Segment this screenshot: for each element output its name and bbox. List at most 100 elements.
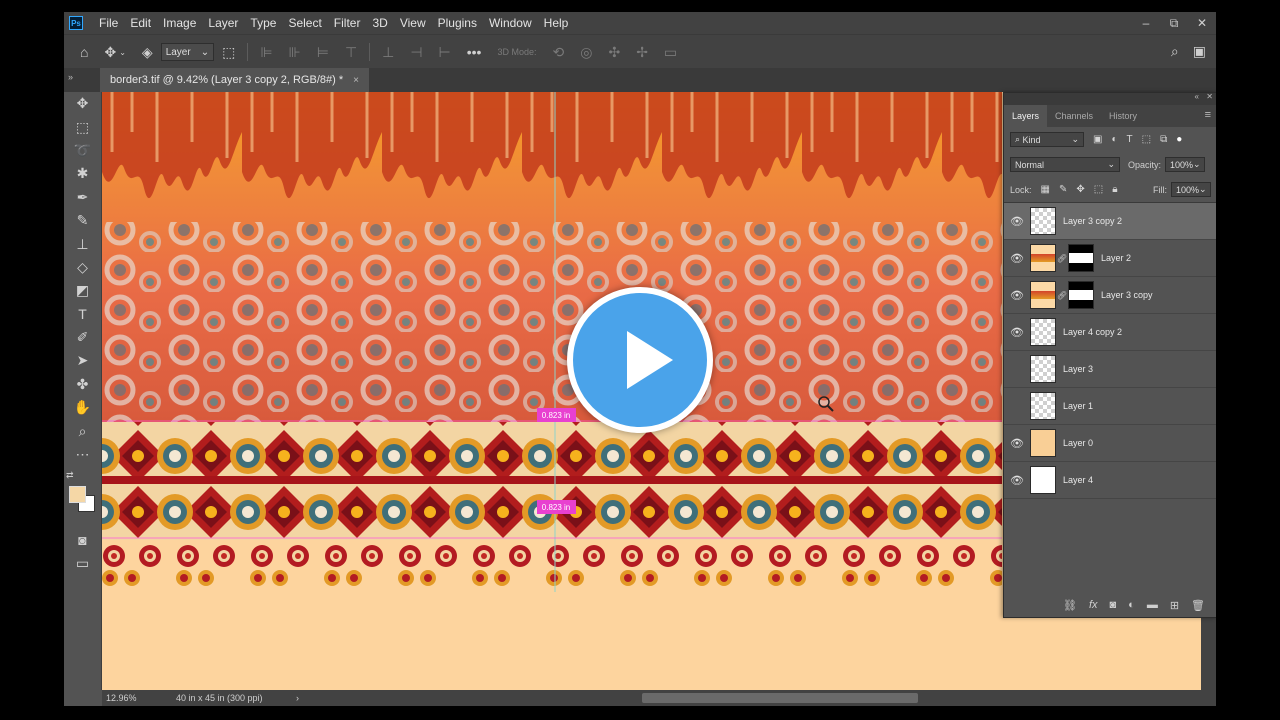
quick-mask-icon[interactable]: ◙ [64, 528, 101, 551]
filter-type-icon[interactable]: T [1127, 134, 1133, 145]
filter-adjustment-icon[interactable]: ◐ [1111, 134, 1117, 145]
layer-name[interactable]: Layer 1 [1063, 401, 1093, 411]
layer-name[interactable]: Layer 3 copy 2 [1063, 216, 1122, 226]
fx-icon[interactable]: fx [1089, 599, 1098, 611]
lasso-tool-icon[interactable]: ➰ [64, 139, 101, 162]
align-center-icon[interactable]: ⊪ [289, 44, 301, 61]
align-top-icon[interactable]: ⊤ [345, 44, 357, 61]
eye-icon[interactable]: 👁︎ [1004, 289, 1030, 302]
custom-shape-tool-icon[interactable]: ✤ [64, 373, 101, 396]
marquee-tool-icon[interactable]: ⬚ [64, 115, 101, 138]
tab-history[interactable]: History [1101, 105, 1145, 127]
filter-kind-dropdown[interactable]: ⌕ Kind ⌄ [1010, 132, 1084, 147]
menu-layer[interactable]: Layer [202, 12, 244, 34]
expand-panels-icon[interactable]: » [68, 72, 73, 82]
lock-all-icon[interactable]: 🔒︎ [1112, 184, 1117, 195]
menu-3d[interactable]: 3D [366, 12, 393, 34]
layer-mask-thumbnail[interactable] [1068, 281, 1094, 309]
screen-mode-icon[interactable]: ▭ [64, 552, 101, 575]
layer-name[interactable]: Layer 0 [1063, 438, 1093, 448]
layer-row[interactable]: 👁︎ Layer 3 copy 2 [1004, 203, 1216, 240]
zoom-level[interactable]: 12.96% [106, 693, 176, 703]
horizontal-scrollbar-thumb[interactable] [642, 693, 918, 703]
layer-row[interactable]: 👁︎ Layer 4 [1004, 462, 1216, 499]
layer-row[interactable]: Layer 1 [1004, 388, 1216, 425]
3d-roll-icon[interactable]: ◎ [580, 44, 592, 61]
filter-toggle-icon[interactable]: ● [1176, 134, 1182, 145]
collapse-panel-icon[interactable]: « [1195, 92, 1199, 101]
move-tool-icon[interactable]: ✥ [64, 92, 101, 115]
paint-bucket-tool-icon[interactable]: ◩ [64, 279, 101, 302]
menu-select[interactable]: Select [282, 12, 327, 34]
eyedropper-tool-icon[interactable]: ✒ [64, 186, 101, 209]
3d-camera-icon[interactable]: ▭ [664, 44, 677, 61]
document-tab[interactable]: border3.tif @ 9.42% (Layer 3 copy 2, RGB… [100, 68, 369, 92]
layer-name[interactable]: Layer 3 [1063, 364, 1093, 374]
lock-artboard-icon[interactable]: ⬚ [1094, 184, 1103, 195]
eye-icon[interactable]: 👁︎ [1004, 252, 1030, 265]
menu-file[interactable]: File [93, 12, 124, 34]
more-options-icon[interactable]: ••• [467, 44, 482, 60]
pen-tool-icon[interactable]: ✐ [64, 326, 101, 349]
link-icon[interactable]: 🔗︎ [1056, 291, 1068, 300]
distribute-v-icon[interactable]: ⊣ [410, 44, 422, 61]
menu-help[interactable]: Help [538, 12, 575, 34]
layer-row[interactable]: 👁︎ 🔗︎ Layer 3 copy [1004, 277, 1216, 314]
panel-menu-icon[interactable]: ≡ [1205, 109, 1211, 121]
menu-window[interactable]: Window [483, 12, 538, 34]
add-mask-icon[interactable]: ◙ [1110, 599, 1117, 611]
hand-tool-icon[interactable]: ✋ [64, 396, 101, 419]
menu-image[interactable]: Image [157, 12, 202, 34]
3d-pan-icon[interactable]: ✣ [608, 44, 620, 61]
move-tool-icon[interactable]: ✥ ⌄ [104, 44, 125, 61]
magic-wand-tool-icon[interactable]: ✱ [64, 162, 101, 185]
filter-smart-object-icon[interactable]: ⧉ [1160, 134, 1167, 145]
foreground-color-swatch[interactable] [69, 486, 86, 503]
layer-row[interactable]: Layer 3 [1004, 351, 1216, 388]
auto-select-dropdown[interactable]: Layer ⌄ [160, 43, 215, 61]
close-tab-icon[interactable]: × [353, 75, 359, 86]
link-icon[interactable]: 🔗︎ [1056, 254, 1068, 263]
menu-view[interactable]: View [394, 12, 432, 34]
eye-icon[interactable]: 👁︎ [1004, 215, 1030, 228]
layer-mask-thumbnail[interactable] [1068, 244, 1094, 272]
filter-pixel-icon[interactable]: ▣ [1093, 134, 1102, 145]
lock-position-icon[interactable]: ✥ [1076, 184, 1084, 195]
menu-filter[interactable]: Filter [328, 12, 367, 34]
status-menu-arrow[interactable]: › [296, 693, 299, 703]
fill-field[interactable]: 100% ⌄ [1171, 182, 1211, 197]
layer-row[interactable]: 👁︎ Layer 0 [1004, 425, 1216, 462]
stamp-tool-icon[interactable]: ⊥ [64, 232, 101, 255]
swap-colors-icon[interactable]: ⇄ [66, 470, 74, 481]
new-layer-icon[interactable]: ⊞ [1170, 599, 1179, 612]
zoom-tool-icon[interactable]: ⌕ [64, 419, 101, 442]
layer-name[interactable]: Layer 3 copy [1101, 290, 1153, 300]
eye-icon[interactable]: 👁︎ [1004, 437, 1030, 450]
type-tool-icon[interactable]: T [64, 303, 101, 326]
new-group-icon[interactable]: ▬ [1147, 599, 1158, 611]
video-play-button[interactable] [567, 287, 713, 433]
eraser-tool-icon[interactable]: ◇ [64, 256, 101, 279]
layer-name[interactable]: Layer 4 copy 2 [1063, 327, 1122, 337]
lock-transparent-icon[interactable]: ▦ [1041, 184, 1050, 195]
more-tools-icon[interactable]: ⋯ [64, 443, 101, 466]
distribute-icon[interactable]: ⊥ [382, 44, 394, 61]
3d-slide-icon[interactable]: ✢ [636, 44, 648, 61]
distribute-h-icon[interactable]: ⊢ [439, 44, 451, 61]
adjustment-layer-icon[interactable]: ◐ [1128, 599, 1135, 611]
layers-stack-icon[interactable]: ◈ [142, 44, 153, 61]
delete-layer-icon[interactable]: 🗑︎ [1191, 599, 1205, 612]
align-left-icon[interactable]: ⊫ [260, 44, 272, 61]
eye-icon[interactable]: 👁︎ [1004, 326, 1030, 339]
layer-row[interactable]: 👁︎ 🔗︎ Layer 2 [1004, 240, 1216, 277]
blend-mode-dropdown[interactable]: Normal ⌄ [1010, 157, 1120, 172]
link-layers-icon[interactable]: ⛓ [1063, 599, 1077, 612]
tab-layers[interactable]: Layers [1004, 105, 1048, 127]
transform-controls-icon[interactable]: ⬚ [222, 44, 235, 61]
layer-name[interactable]: Layer 2 [1101, 253, 1131, 263]
close-button[interactable]: ✕ [1188, 12, 1216, 34]
home-icon[interactable]: ⌂ [80, 44, 88, 60]
filter-shape-icon[interactable]: ⬚ [1142, 134, 1151, 145]
3d-orbit-icon[interactable]: ⟲ [553, 44, 565, 61]
opacity-field[interactable]: 100% ⌄ [1165, 157, 1206, 172]
